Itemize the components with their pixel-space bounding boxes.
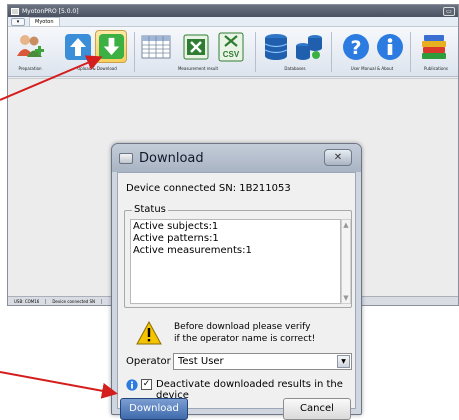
ribbon-separator <box>410 32 411 72</box>
status-scrollbar[interactable]: ▲ ▼ <box>341 219 351 304</box>
info-icon <box>377 33 403 60</box>
warning-line: if the operator name is correct! <box>174 334 316 344</box>
database-sync-button[interactable] <box>293 30 325 63</box>
books-icon <box>422 34 446 59</box>
app-window-icon <box>11 7 19 15</box>
operator-dropdown[interactable]: Test User ▼ <box>173 353 352 370</box>
deactivate-checkbox[interactable]: ✓ <box>141 379 152 390</box>
ribbon-separator <box>255 32 256 72</box>
svg-text:?: ? <box>350 37 361 59</box>
title-bar: MyotonPRO [5.0.0] ▭ <box>8 5 458 17</box>
ribbon-separator <box>331 32 332 72</box>
maximize-icon[interactable]: ▭ <box>443 6 455 16</box>
help-icon: ? <box>343 33 369 60</box>
download-dialog: Download ✕ Device connected SN: 1B211053… <box>111 143 362 420</box>
group-label-user-manual-about: User Manual & About <box>350 66 394 71</box>
download-button-ribbon[interactable] <box>95 30 127 63</box>
status-line: Active measurements:1 <box>133 245 252 256</box>
table-icon <box>141 35 171 58</box>
status-line: Active patterns:1 <box>133 233 219 244</box>
group-label-upload-download: Upload & Download <box>77 66 117 71</box>
close-icon: ✕ <box>333 152 343 163</box>
info-icon <box>126 379 138 391</box>
svg-text:CSV: CSV <box>223 50 240 59</box>
scroll-down-icon[interactable]: ▼ <box>342 294 350 302</box>
warning-text: Before download please verify if the ope… <box>174 321 315 345</box>
table-button[interactable] <box>140 30 172 63</box>
group-label-preparation: Preparation <box>18 66 42 71</box>
database-button[interactable] <box>260 30 292 63</box>
warning-icon <box>136 321 162 345</box>
csv-icon: CSV <box>218 32 244 61</box>
menu-bar: ▾ Myoton <box>8 17 458 27</box>
status-list: Active subjects:1 Active patterns:1 Acti… <box>130 219 341 304</box>
preparation-button[interactable] <box>14 30 46 63</box>
office-menu-button[interactable]: ▾ <box>11 17 25 26</box>
close-button[interactable]: ✕ <box>324 149 352 166</box>
device-connected-text: Device connected SN: 1B211053 <box>126 183 291 194</box>
group-label-databases: Databases <box>284 66 306 71</box>
ribbon: CSV ? Preparation Upload & Download Meas… <box>8 27 458 77</box>
csv-export-button[interactable]: CSV <box>215 30 247 63</box>
status-line: Active subjects:1 <box>133 221 219 232</box>
excel-export-button[interactable] <box>180 30 212 63</box>
user-manual-button[interactable]: ? <box>340 30 372 63</box>
operator-value: Test User <box>178 356 224 367</box>
operator-label: Operator <box>126 356 171 367</box>
status-legend: Status <box>132 204 168 215</box>
about-button[interactable] <box>374 30 406 63</box>
status-usb: USB: COM16 <box>8 298 47 304</box>
arrow-to-dialog-download <box>0 371 118 399</box>
publications-button[interactable] <box>418 30 450 63</box>
dialog-window-icon <box>119 152 133 164</box>
download-button[interactable]: Download <box>120 398 188 420</box>
group-label-publications: Publications <box>423 66 449 71</box>
dialog-body: Device connected SN: 1B211053 Status Act… <box>117 172 356 420</box>
group-label-measurement-result: Measurement result <box>177 66 219 71</box>
download-arrow-icon <box>98 33 124 60</box>
dialog-title: Download <box>139 150 204 166</box>
warning-line: Before download please verify <box>174 322 311 332</box>
upload-arrow-icon <box>65 33 91 60</box>
people-plus-icon <box>17 34 44 57</box>
scroll-up-icon[interactable]: ▲ <box>342 221 350 229</box>
status-group: Status Active subjects:1 Active patterns… <box>124 204 352 308</box>
tab-myoton[interactable]: Myoton <box>29 17 60 26</box>
excel-icon <box>183 34 209 59</box>
database-network-icon <box>296 34 322 60</box>
database-icon <box>264 33 288 60</box>
status-device: Device connected SN <box>46 298 103 304</box>
upload-button[interactable] <box>62 30 94 63</box>
ribbon-separator <box>134 32 135 72</box>
chevron-down-icon[interactable]: ▼ <box>337 355 350 368</box>
cancel-button[interactable]: Cancel <box>283 398 351 420</box>
app-title: MyotonPRO [5.0.0] <box>22 7 79 15</box>
